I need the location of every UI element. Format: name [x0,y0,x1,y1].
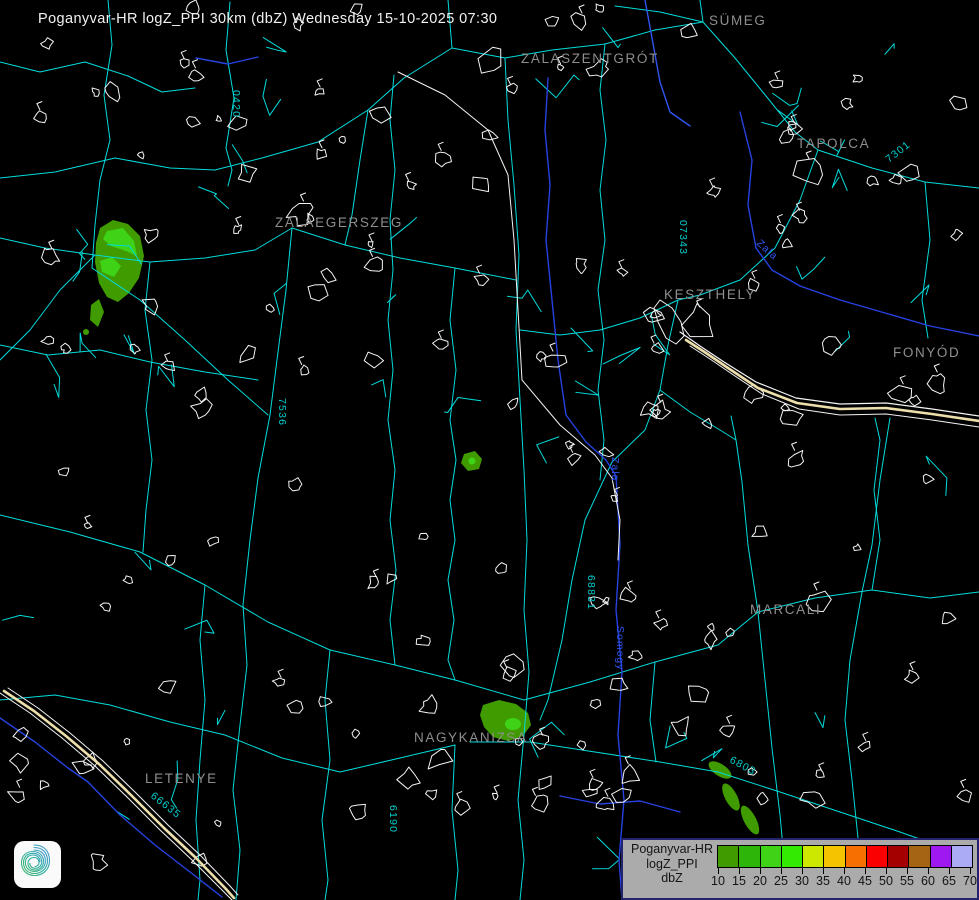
city-label: TAPOLCA [797,136,870,151]
legend-swatch [929,845,952,868]
road-number-label: 68831 [585,575,597,610]
legend-tick-label: 25 [774,874,788,888]
road-number-label: 0420 [230,90,242,118]
met-spiral-logo [14,841,61,888]
shore-roads-layer [2,338,979,900]
city-label: KESZTHELY [664,287,756,302]
legend-swatch [887,845,910,868]
legend-tick-label: 35 [816,874,830,888]
legend-swatch [950,845,973,868]
city-label: ZALAEGERSZEG [275,215,403,230]
legend-swatch [908,845,931,868]
legend-tick-label: 15 [732,874,746,888]
legend-tick-label: 50 [879,874,893,888]
map-canvas: SÜMEG ZALASZENTGRÓT TAPOLCA ZALAEGERSZEG KES… [0,0,979,900]
legend-tick-label: 20 [753,874,767,888]
legend-swatch [844,845,867,868]
legend-line-scan: logZ_PPI [646,856,698,871]
legend-tick-label: 60 [921,874,935,888]
spiral-icon [20,844,51,877]
city-label: FONYÓD [893,345,960,360]
labels-layer: SÜMEG ZALASZENTGRÓT TAPOLCA ZALAEGERSZEG KES… [145,13,960,833]
river-name-label: Zala [609,457,621,481]
legend-product-text: Poganyvar-HR logZ_PPI dbZ [627,842,717,886]
legend-tick-label: 70 [963,874,977,888]
legend-swatch [865,845,888,868]
legend-swatch [759,845,782,868]
legend-swatch [780,845,803,868]
legend-swatch [823,845,846,868]
legend-tick-label: 45 [858,874,872,888]
legend-tick-label: 40 [837,874,851,888]
city-label: MARCALI [750,602,821,617]
river-name-label: Somogy [614,626,626,671]
road-number-label: 7536 [276,398,288,426]
legend-swatch [717,845,740,868]
road-number-label: 07343 [677,220,689,255]
city-label: SÜMEG [709,13,767,28]
legend-tick-label: 55 [900,874,914,888]
rivers-layer [0,0,979,900]
road-number-label: 6803 [728,754,759,778]
legend-swatch [802,845,825,868]
road-number-label: 6190 [387,805,399,833]
settlements-layer [0,0,979,900]
legend-swatch [738,845,761,868]
legend-tick-label: 10 [711,874,725,888]
city-label: NAGYKANIZSA [414,730,528,745]
city-label: LETENYE [145,771,218,786]
road-number-label: 7301 [883,139,913,166]
legend-tick-label: 30 [795,874,809,888]
legend: Poganyvar-HR logZ_PPI dbZ 10 15 20 25 30 35 40… [621,838,979,900]
legend-color-scale [717,845,973,868]
legend-tick-label: 65 [942,874,956,888]
legend-line-product: Poganyvar-HR [631,842,713,856]
legend-line-unit: dbZ [661,871,683,885]
city-label: ZALASZENTGRÓT [521,51,659,66]
roads-layer [0,0,979,900]
radar-map-screen: SÜMEG ZALASZENTGRÓT TAPOLCA ZALAEGERSZEG KES… [0,0,979,900]
map-title: Poganyvar-HR logZ_PPI 30km (dbZ) Wednesd… [38,11,498,27]
